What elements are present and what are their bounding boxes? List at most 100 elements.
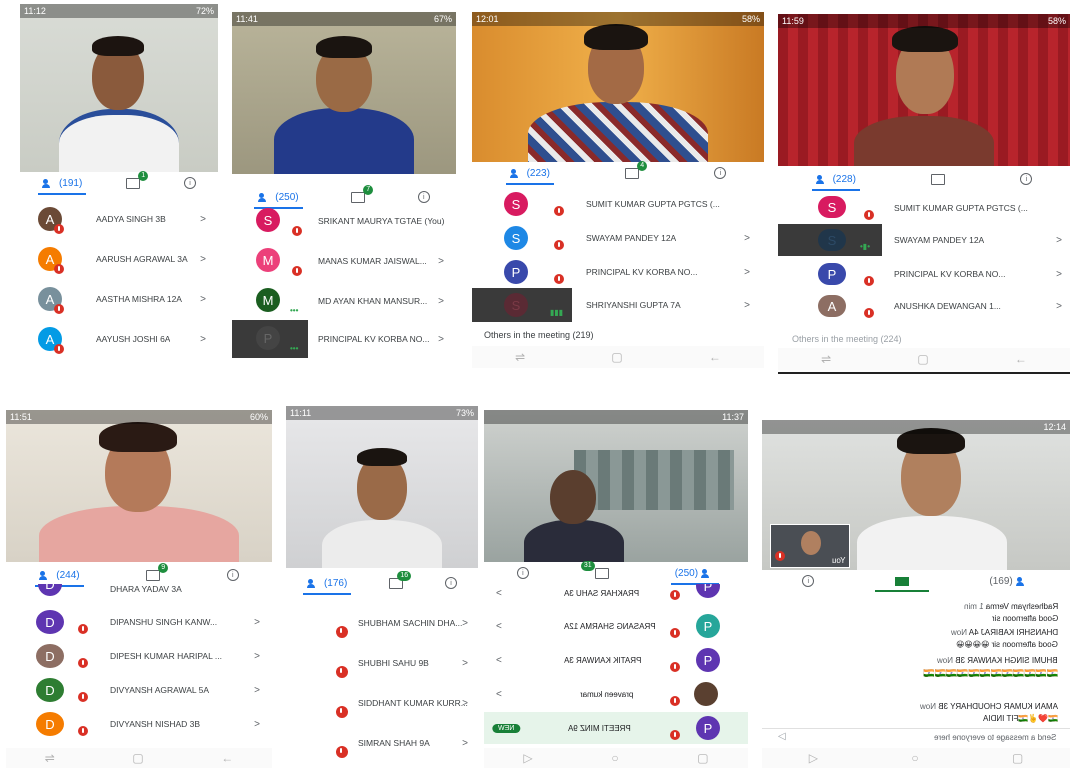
- participant-row[interactable]: S SUMIT KUMAR GUPTA PGTCS (...: [472, 188, 764, 220]
- others-in-meeting[interactable]: Others in the meeting (219): [484, 330, 594, 340]
- participant-row[interactable]: P PRINCIPAL KV KORBA NO... >: [778, 258, 1070, 290]
- chevron-right-icon[interactable]: >: [254, 651, 260, 662]
- participant-row[interactable]: < PRASANG SHARMA 12A P: [484, 610, 748, 642]
- tab-chat[interactable]: 16: [389, 570, 412, 589]
- participant-row[interactable]: NEW PREETI MINZ 9A P: [484, 712, 748, 744]
- tab-chat[interactable]: 7: [351, 184, 374, 203]
- recent-icon[interactable]: ▢: [697, 751, 708, 765]
- tab-people[interactable]: (176): [302, 578, 352, 595]
- chevron-right-icon[interactable]: >: [438, 296, 444, 307]
- chevron-right-icon[interactable]: >: [254, 685, 260, 696]
- tab-chat[interactable]: 31: [580, 560, 609, 579]
- chevron-right-icon[interactable]: >: [254, 719, 260, 730]
- participant-row[interactable]: D DIVYANSH AGRAWAL 5A >: [6, 674, 272, 706]
- participant-row[interactable]: D DIVYANSH NISHAD 3B >: [6, 708, 272, 740]
- tab-chat[interactable]: 1: [126, 170, 149, 189]
- message-input[interactable]: ◁ Send a message to everyone here: [762, 728, 1070, 747]
- chevron-right-icon[interactable]: >: [744, 300, 750, 311]
- tab-chat[interactable]: 9: [146, 562, 169, 581]
- chevron-right-icon[interactable]: >: [438, 334, 444, 345]
- participant-row[interactable]: S SRIKANT MAURYA TGTAE (You): [232, 202, 456, 240]
- chevron-left-icon[interactable]: <: [496, 655, 502, 666]
- tab-people[interactable]: (228): [811, 174, 860, 191]
- participant-row[interactable]: S SUMIT KUMAR GUPTA PGTCS (...: [778, 192, 1070, 224]
- send-icon[interactable]: ◁: [778, 731, 786, 742]
- tab-people[interactable]: (191): [37, 178, 87, 195]
- participant-row[interactable]: M MANAS KUMAR JAISWAL... >: [232, 242, 456, 280]
- chevron-right-icon[interactable]: >: [744, 233, 750, 244]
- participant-row[interactable]: D DHARA YADAV 3A: [6, 584, 272, 600]
- chevron-right-icon[interactable]: >: [200, 214, 206, 225]
- tab-chat[interactable]: [874, 576, 929, 592]
- tab-info[interactable]: i: [184, 177, 197, 189]
- chevron-right-icon[interactable]: >: [462, 698, 468, 709]
- chevron-right-icon[interactable]: >: [1056, 235, 1062, 246]
- back-icon[interactable]: ←: [1015, 352, 1027, 366]
- participant-row[interactable]: M ••• MD AYAN KHAN MANSUR... >: [232, 282, 456, 320]
- participant-row[interactable]: S SWAYAM PANDEY 12A >: [472, 222, 764, 254]
- others-in-meeting[interactable]: Others in the meeting (224): [792, 334, 902, 344]
- participant-row[interactable]: A ANUSHKA DEWANGAN 1... >: [778, 290, 1070, 322]
- chevron-right-icon[interactable]: >: [462, 658, 468, 669]
- chevron-left-icon[interactable]: <: [496, 689, 502, 700]
- back-icon[interactable]: ←: [709, 350, 721, 364]
- chevron-right-icon[interactable]: >: [1056, 301, 1062, 312]
- tab-chat[interactable]: [931, 173, 946, 185]
- participant-row[interactable]: < praveen kumar: [484, 678, 748, 710]
- tab-info[interactable]: i: [226, 569, 239, 581]
- avatar: S: [504, 226, 528, 250]
- back-icon[interactable]: ▷: [523, 751, 532, 765]
- tab-people[interactable]: (244): [35, 570, 84, 587]
- chevron-right-icon[interactable]: >: [744, 267, 750, 278]
- recent-icon[interactable]: ▢: [1012, 751, 1023, 765]
- participant-row[interactable]: A AAYUSH JOSHI 6A >: [20, 322, 218, 356]
- tab-info[interactable]: i: [445, 577, 458, 589]
- mic-off-icon: [54, 344, 64, 354]
- chevron-right-icon[interactable]: >: [200, 334, 206, 345]
- chevron-left-icon[interactable]: <: [496, 621, 502, 632]
- chevron-right-icon[interactable]: >: [254, 617, 260, 628]
- home-icon[interactable]: ▢: [917, 352, 928, 366]
- tab-people[interactable]: (169): [989, 576, 1029, 587]
- home-icon[interactable]: ▢: [611, 350, 622, 364]
- participant-row[interactable]: P PRINCIPAL KV KORBA NO... >: [472, 256, 764, 288]
- tab-people[interactable]: (250): [670, 568, 720, 585]
- chevron-right-icon[interactable]: >: [200, 294, 206, 305]
- participant-row[interactable]: SIDDHANT KUMAR KURR... >: [286, 686, 478, 720]
- tab-people[interactable]: (223): [505, 168, 554, 185]
- participant-row[interactable]: SHUBHAM SACHIN DHA... >: [286, 606, 478, 640]
- tab-info[interactable]: i: [1020, 173, 1033, 185]
- participant-row[interactable]: SIMRAN SHAH 9A >: [286, 726, 478, 760]
- participant-row[interactable]: D DIPESH KUMAR HARIPAL ... >: [6, 640, 272, 672]
- tab-info[interactable]: i: [516, 567, 529, 579]
- recent-icon[interactable]: ⇌: [515, 350, 525, 364]
- participant-row[interactable]: S ▮▮▮ SHRIYANSHI GUPTA 7A >: [472, 288, 764, 322]
- participant-row[interactable]: A AADYA SINGH 3B >: [20, 202, 218, 236]
- participant-row[interactable]: P ••• PRINCIPAL KV KORBA NO... >: [232, 320, 456, 358]
- chevron-right-icon[interactable]: >: [1056, 269, 1062, 280]
- participant-row[interactable]: SHUBHI SAHU 9B >: [286, 646, 478, 680]
- tab-info[interactable]: i: [714, 167, 727, 179]
- home-icon[interactable]: ○: [911, 751, 918, 765]
- tab-info[interactable]: i: [802, 575, 815, 587]
- recent-icon[interactable]: ⇌: [45, 751, 55, 765]
- home-icon[interactable]: ▢: [132, 751, 143, 765]
- chevron-right-icon[interactable]: >: [462, 618, 468, 629]
- back-icon[interactable]: ▷: [809, 751, 818, 765]
- home-icon[interactable]: ○: [611, 751, 618, 765]
- chevron-right-icon[interactable]: >: [200, 254, 206, 265]
- tab-people[interactable]: (250): [254, 192, 303, 209]
- back-icon[interactable]: ←: [221, 751, 233, 765]
- participant-row[interactable]: A AASTHA MISHRA 12A >: [20, 282, 218, 316]
- chevron-right-icon[interactable]: >: [438, 256, 444, 267]
- self-view[interactable]: You: [770, 524, 850, 568]
- participant-row[interactable]: A AARUSH AGRAWAL 3A >: [20, 242, 218, 276]
- participant-row[interactable]: D DIPANSHU SINGH KANW... >: [6, 606, 272, 638]
- chevron-left-icon[interactable]: <: [496, 588, 502, 599]
- tab-chat[interactable]: 4: [625, 160, 648, 179]
- participant-row[interactable]: S •▮• SWAYAM PANDEY 12A >: [778, 224, 1070, 256]
- chevron-right-icon[interactable]: >: [462, 738, 468, 749]
- recent-icon[interactable]: ⇌: [821, 352, 831, 366]
- participant-row[interactable]: < PRAKHAR SAHU 3A P: [484, 584, 748, 602]
- participant-row[interactable]: < PRATIK KANWAR 3A P: [484, 644, 748, 676]
